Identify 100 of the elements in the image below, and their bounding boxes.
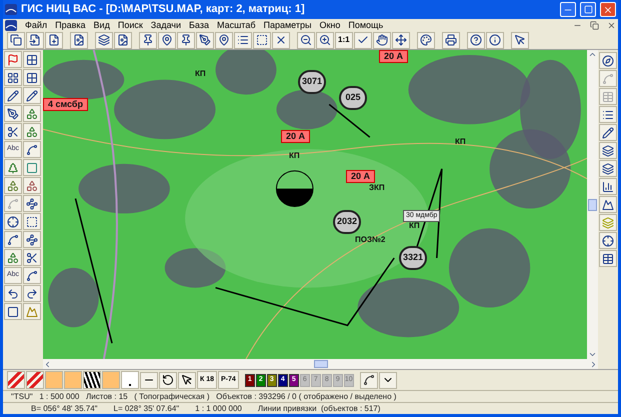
check-icon	[356, 34, 369, 46]
toolbar-button[interactable]	[297, 32, 315, 48]
app-icon	[5, 4, 17, 15]
toolbar-button[interactable]	[378, 372, 397, 388]
menu-item[interactable]: Масштаб	[216, 20, 256, 30]
toolbar-button[interactable]	[510, 32, 529, 48]
menu-item[interactable]: База	[189, 20, 209, 30]
layers-icon	[602, 216, 614, 228]
toolbar-button[interactable]	[272, 32, 290, 48]
menu-item[interactable]: Окно	[319, 20, 340, 30]
toolbar-button[interactable]	[4, 231, 22, 248]
toolbar-button[interactable]	[486, 32, 504, 48]
fill-swatch[interactable]	[102, 371, 120, 389]
vertical-scrollbar[interactable]	[587, 50, 598, 359]
toolbar-button[interactable]	[599, 232, 617, 249]
toolbar-button[interactable]	[372, 32, 391, 48]
toolbar-button[interactable]	[392, 32, 410, 48]
fill-swatch[interactable]	[64, 371, 82, 389]
horizontal-scrollbar[interactable]	[43, 359, 598, 369]
toolbar-button[interactable]	[4, 69, 22, 86]
toolbar-button[interactable]	[599, 250, 617, 267]
toolbar-button[interactable]	[158, 32, 176, 48]
scroll-thumb[interactable]	[588, 198, 597, 210]
hatch-pattern-swatch[interactable]	[83, 371, 101, 389]
toolbar-button[interactable]	[140, 372, 158, 388]
toolbar-button[interactable]	[442, 32, 460, 48]
toolbar-button[interactable]	[196, 32, 214, 48]
menu-item[interactable]: Правка	[55, 20, 86, 30]
toolbar-button[interactable]	[26, 32, 44, 48]
point-swatch[interactable]	[121, 371, 139, 389]
menu-item[interactable]: Вид	[94, 20, 110, 30]
toolbar-button[interactable]	[23, 69, 41, 86]
toolbar-button[interactable]	[360, 372, 378, 388]
scale-button[interactable]: 1:1	[335, 32, 353, 48]
scroll-right-icon[interactable]	[589, 360, 598, 368]
menu-item[interactable]: Поиск	[118, 20, 143, 30]
toolbar-button[interactable]	[253, 32, 271, 48]
menu-item[interactable]: Задачи	[150, 20, 182, 30]
toolbar-button[interactable]	[70, 32, 88, 48]
toolbar-button[interactable]	[599, 124, 617, 141]
toolbar-button[interactable]	[95, 32, 113, 48]
toolbar-button[interactable]	[45, 32, 63, 48]
toolbar-button[interactable]	[4, 303, 22, 320]
toolbar-button[interactable]	[4, 213, 22, 230]
hatch-swatch[interactable]	[7, 371, 25, 389]
toolbar-button[interactable]	[316, 32, 334, 48]
toolbar-button[interactable]	[466, 32, 485, 48]
minimize-button[interactable]	[560, 2, 576, 17]
scroll-up-icon[interactable]	[588, 50, 597, 59]
close-icon[interactable]	[607, 20, 616, 30]
toolbar-button[interactable]	[215, 32, 233, 48]
scroll-down-icon[interactable]	[588, 350, 597, 359]
toolbar-button[interactable]	[4, 87, 22, 104]
layers-icon	[602, 162, 614, 174]
toolbar-button[interactable]	[234, 32, 252, 48]
menu-item[interactable]: Параметры	[263, 20, 312, 30]
toolbar-button[interactable]	[599, 52, 617, 69]
toolbar-button[interactable]	[599, 178, 617, 195]
shapes-icon	[7, 180, 19, 192]
toolbar-button[interactable]	[354, 32, 372, 48]
toolbar-button[interactable]	[23, 267, 41, 284]
toolbar-button[interactable]	[4, 105, 22, 122]
toolbar-button[interactable]	[23, 249, 41, 266]
toolbar-button[interactable]	[599, 106, 617, 123]
close-button[interactable]	[600, 2, 616, 17]
toolbar-button[interactable]	[23, 141, 41, 158]
scroll-thumb[interactable]	[314, 360, 328, 368]
shapes-icon	[26, 108, 38, 120]
toolbar-button[interactable]	[599, 142, 617, 159]
toolbar-button[interactable]	[23, 213, 41, 230]
hatch-swatch[interactable]	[26, 371, 44, 389]
toolbar-button[interactable]	[23, 195, 41, 212]
cursor-icon	[514, 34, 526, 46]
unit-flag-marker[interactable]: 20 А	[281, 130, 310, 143]
toolbar-button[interactable]	[4, 285, 22, 302]
toolbar-button[interactable]	[599, 196, 617, 213]
toolbar-button[interactable]	[23, 231, 41, 248]
menu-item[interactable]: Файл	[25, 20, 48, 30]
unit-flag-marker[interactable]: 20 А	[379, 50, 408, 63]
toolbar-button[interactable]	[178, 372, 196, 388]
toolbar-button[interactable]	[177, 32, 195, 48]
toolbar-button[interactable]	[23, 87, 41, 104]
toolbar-button[interactable]	[7, 32, 25, 48]
unit-flag-marker[interactable]: 4 смсбр	[43, 98, 88, 111]
scroll-left-icon[interactable]	[43, 360, 52, 368]
unit-flag-marker[interactable]: 20 А	[346, 170, 376, 183]
toolbar-button[interactable]	[23, 285, 41, 302]
restore-icon[interactable]	[590, 20, 599, 30]
toolbar-button[interactable]	[159, 372, 177, 388]
toolbar-button[interactable]	[599, 160, 617, 177]
scissors-icon	[26, 252, 38, 264]
menu-item[interactable]: Помощь	[348, 20, 384, 30]
toolbar-button[interactable]	[114, 32, 132, 48]
maximize-button[interactable]	[580, 2, 596, 17]
rectangle-icon	[26, 162, 38, 174]
fill-swatch[interactable]	[45, 371, 63, 389]
toolbar-button[interactable]	[139, 32, 157, 48]
toolbar-button[interactable]	[23, 51, 41, 68]
toolbar-button[interactable]	[4, 123, 22, 140]
toolbar-button[interactable]	[416, 32, 435, 48]
